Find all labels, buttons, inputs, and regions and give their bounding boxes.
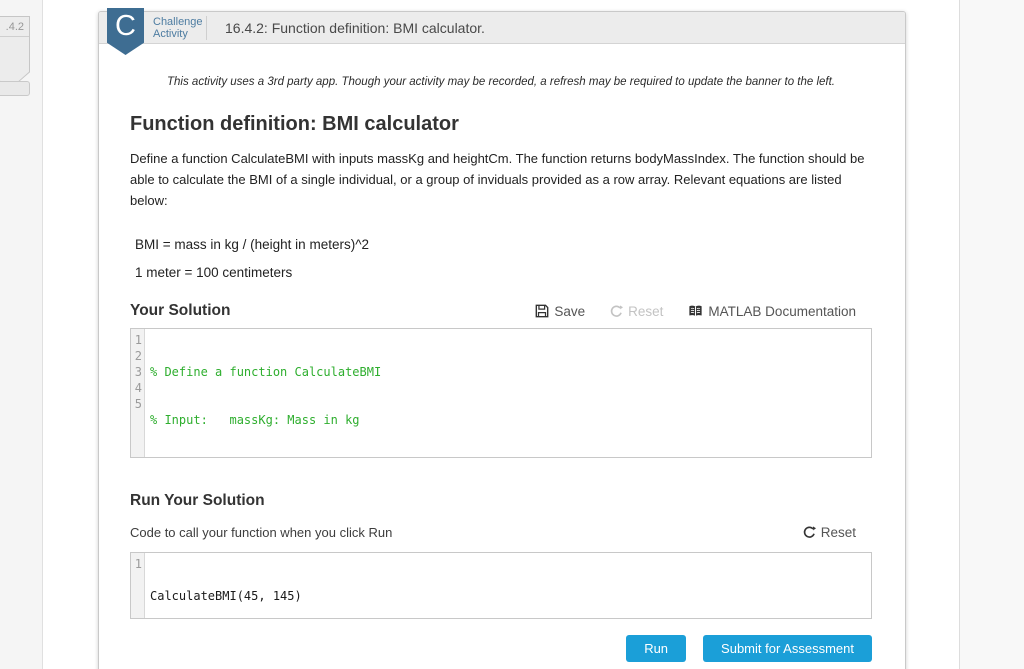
run-caption: Code to call your function when you clic… [130, 525, 392, 540]
run-caption-row: Code to call your function when you clic… [130, 525, 872, 540]
activity-title: 16.4.2: Function definition: BMI calcula… [225, 12, 485, 44]
run-code-area[interactable]: CalculateBMI(45, 145) [145, 553, 871, 618]
run-code-editor[interactable]: 1 CalculateBMI(45, 145) [130, 552, 872, 619]
equation-bmi: BMI = mass in kg / (height in meters)^2 [135, 237, 872, 252]
line-number: 5 [131, 396, 142, 412]
reset-button[interactable]: Reset [610, 304, 663, 319]
solution-code-editor[interactable]: 1 2 3 4 5 % Define a function CalculateB… [130, 328, 872, 458]
challenge-shield-icon: C [107, 8, 144, 55]
page-title: Function definition: BMI calculator [130, 113, 872, 136]
line-number: 1 [131, 332, 142, 348]
section-nav-badge-face: .4.2 [0, 17, 29, 89]
equations-block: BMI = mass in kg / (height in meters)^2 … [135, 237, 872, 280]
reset-icon [610, 305, 623, 318]
line-number: 1 [131, 556, 142, 572]
header-divider [206, 16, 207, 40]
matlab-docs-button[interactable]: MATLAB Documentation [688, 304, 856, 319]
reset-label: Reset [628, 304, 663, 319]
save-button[interactable]: Save [535, 304, 585, 319]
activity-header-bar: C Challenge Activity 16.4.2: Function de… [99, 12, 905, 44]
run-your-solution-heading: Run Your Solution [130, 492, 872, 510]
run-button[interactable]: Run [626, 635, 686, 662]
action-button-row: Run Submit for Assessment [130, 635, 872, 662]
line-number: 2 [131, 348, 142, 364]
code-line: CalculateBMI(45, 145) [150, 588, 871, 604]
matlab-docs-label: MATLAB Documentation [708, 304, 856, 319]
section-nav-badge-label: .4.2 [0, 17, 29, 37]
save-label: Save [554, 304, 585, 319]
code-line: % Input: massKg: Mass in kg [150, 412, 871, 428]
submit-button[interactable]: Submit for Assessment [703, 635, 872, 662]
run-reset-label: Reset [821, 525, 856, 540]
your-solution-header-row: Your Solution Save Reset [130, 302, 872, 320]
line-number: 4 [131, 380, 142, 396]
right-column-fragment [959, 0, 1024, 669]
activity-content: This activity uses a 3rd party app. Thou… [99, 76, 905, 662]
sidebar-button-fragment[interactable] [0, 81, 30, 96]
third-party-notice: This activity uses a 3rd party app. Thou… [130, 76, 872, 88]
reset-icon [803, 526, 816, 539]
task-description: Define a function CalculateBMI with inpu… [130, 148, 872, 211]
solution-editor-gutter: 1 2 3 4 5 [131, 329, 145, 457]
challenge-activity-label: Challenge Activity [153, 16, 203, 40]
section-nav-badge[interactable]: .4.2 [0, 16, 30, 90]
save-icon [535, 304, 549, 318]
run-editor-gutter: 1 [131, 553, 145, 618]
solution-code-area[interactable]: % Define a function CalculateBMI % Input… [145, 329, 871, 457]
open-book-icon [688, 304, 703, 318]
line-number: 3 [131, 364, 142, 380]
solution-toolbar: Save Reset MATLAB Documentation [535, 304, 856, 319]
equation-meter: 1 meter = 100 centimeters [135, 265, 872, 280]
challenge-shield-letter: C [115, 10, 136, 42]
challenge-activity-panel: C Challenge Activity 16.4.2: Function de… [98, 11, 906, 669]
your-solution-heading: Your Solution [130, 302, 230, 320]
code-line: % Define a function CalculateBMI [150, 364, 871, 380]
run-reset-button[interactable]: Reset [803, 525, 856, 540]
left-sidebar-fragment: .4.2 [0, 0, 43, 669]
